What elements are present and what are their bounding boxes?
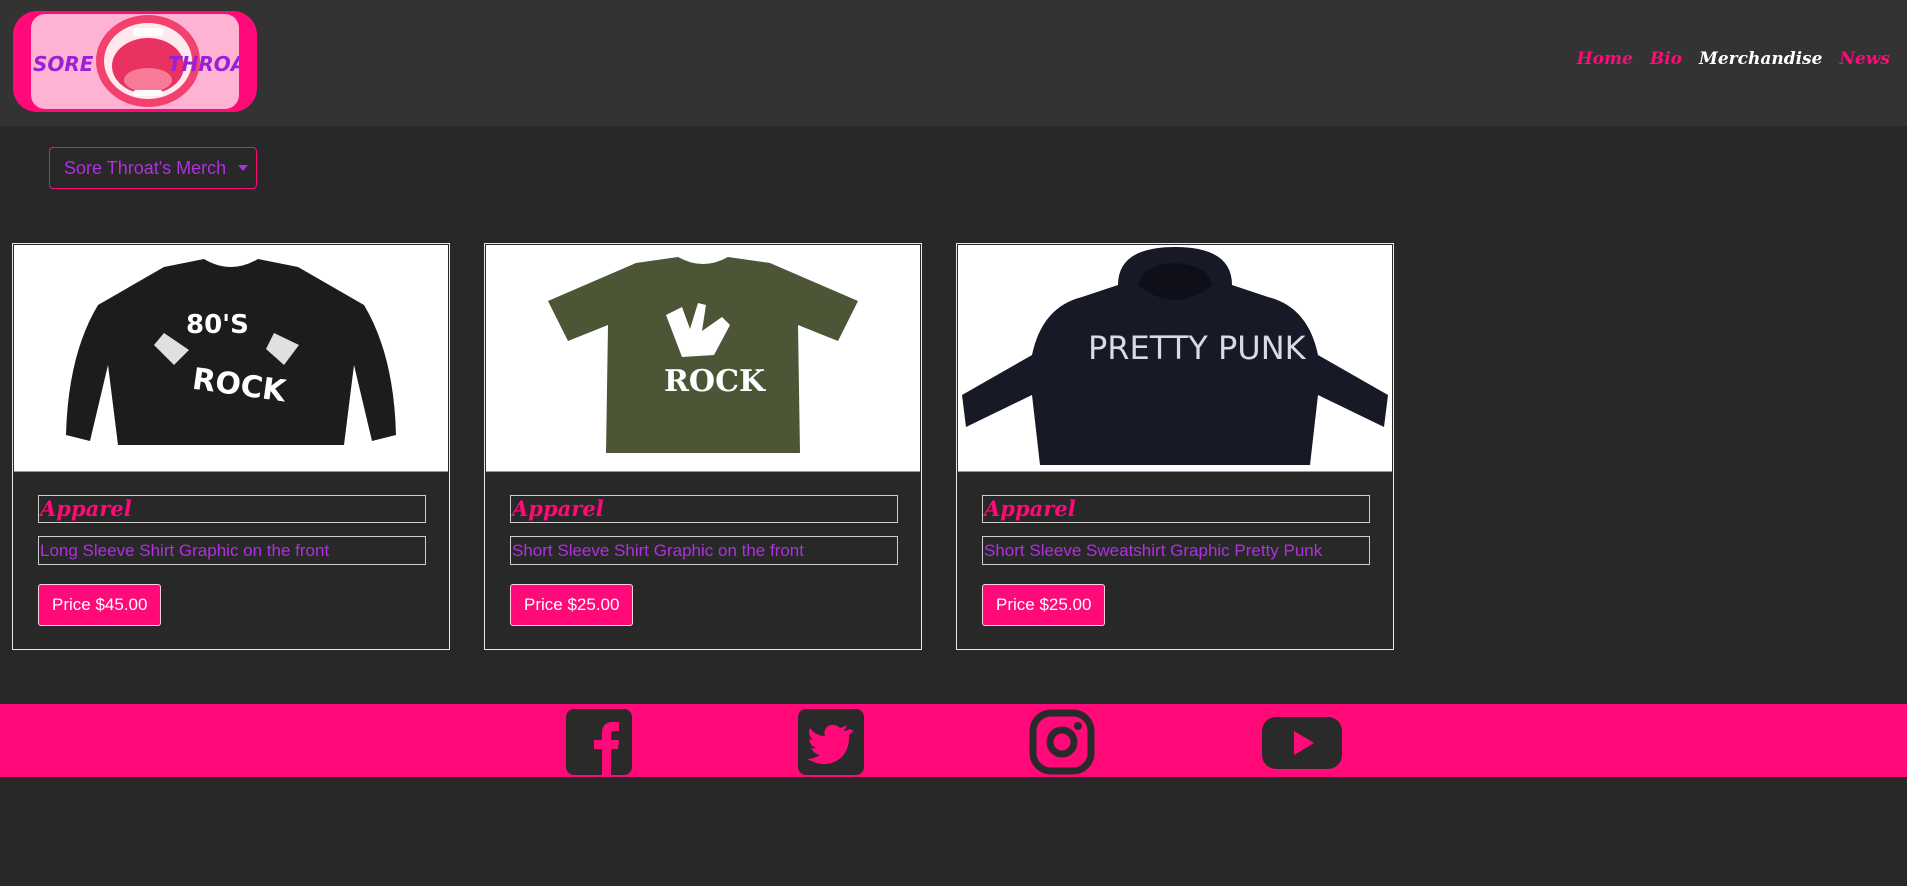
product-category: Apparel [510, 495, 898, 523]
logo-inner: SORE THROAT [31, 14, 239, 109]
product-category: Apparel [982, 495, 1370, 523]
nav-news[interactable]: News [1839, 49, 1890, 69]
product-card: PRETTY PUNK Apparel Short Sleeve Sweatsh… [956, 243, 1394, 650]
product-image-hoodie: PRETTY PUNK [958, 245, 1392, 472]
instagram-icon[interactable] [1029, 709, 1095, 775]
shirt-graphic: PRETTY PUNK [1088, 329, 1307, 367]
site-header: SORE THROAT Home Bio Merchandise News [0, 0, 1907, 126]
product-card: ROCK Apparel Short Sleeve Shirt Graphic … [484, 243, 922, 650]
logo-word-throat: THROAT [168, 52, 239, 76]
product-description: Short Sleeve Sweatshirt Graphic Pretty P… [982, 536, 1370, 565]
facebook-icon[interactable] [566, 709, 632, 775]
dropdown-label: Sore Throat's Merch [64, 157, 227, 178]
product-description: Long Sleeve Shirt Graphic on the front [38, 536, 426, 565]
product-card: 80'S ROCK Apparel Long Sleeve Shirt Grap… [12, 243, 450, 650]
product-description: Short Sleeve Shirt Graphic on the front [510, 536, 898, 565]
shirt-graphic: ROCK [664, 364, 766, 399]
shirt-graphic-top: 80'S [186, 310, 249, 340]
nav-bio[interactable]: Bio [1650, 49, 1682, 69]
nav-home[interactable]: Home [1577, 49, 1633, 69]
price-button[interactable]: Price $45.00 [38, 584, 162, 626]
main-nav: Home Bio Merchandise News [1577, 49, 1890, 69]
price-button[interactable]: Price $25.00 [510, 584, 634, 626]
caret-down-icon [238, 165, 249, 171]
nav-merchandise[interactable]: Merchandise [1699, 49, 1822, 69]
twitter-icon[interactable] [798, 709, 864, 775]
product-image-long-sleeve: 80'S ROCK [14, 245, 448, 472]
site-logo[interactable]: SORE THROAT [13, 11, 257, 112]
site-footer [0, 704, 1907, 777]
product-category: Apparel [38, 495, 426, 523]
price-button[interactable]: Price $25.00 [982, 584, 1106, 626]
youtube-icon[interactable] [1262, 709, 1342, 775]
merch-dropdown[interactable]: Sore Throat's Merch [49, 147, 257, 189]
logo-word-sore: SORE [33, 52, 94, 76]
product-image-short-sleeve: ROCK [486, 245, 920, 472]
